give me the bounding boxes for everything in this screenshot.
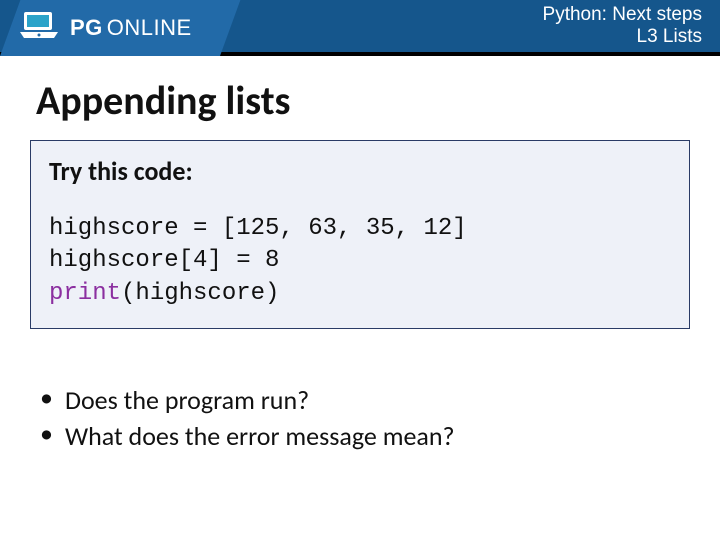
code-panel: Try this code: highscore = [125, 63, 35,… [30,140,690,329]
laptop-icon [18,10,60,45]
code-line-3-rest: (highscore) [121,280,279,307]
slide-root: PG ONLINE Python: Next steps L3 Lists Ap… [0,0,720,540]
code-line-2: highscore[4] = 8 [49,247,279,274]
bullet-text: What does the error message mean? [65,420,455,452]
header-subtitle: Python: Next steps L3 Lists [543,4,702,49]
panel-title: Try this code: [49,155,671,187]
bullet-list: • Does the program run? • What does the … [40,380,455,452]
brand-bold: PG [70,15,103,41]
bullet-text: Does the program run? [65,384,309,416]
bullet-item: • Does the program run? [40,384,455,416]
logo-inner: PG ONLINE [18,10,192,45]
bullet-item: • What does the error message mean? [40,420,455,452]
brand-text: PG ONLINE [70,15,192,41]
code-line-1: highscore = [125, 63, 35, 12] [49,215,467,242]
logo-area: PG ONLINE [0,0,230,56]
bullet-dot-icon: • [40,384,53,410]
course-title: Python: Next steps [543,4,702,26]
lesson-title: L3 Lists [543,26,702,48]
slide-title: Appending lists [36,76,291,125]
brand-light: ONLINE [107,15,192,41]
code-block: highscore = [125, 63, 35, 12] highscore[… [49,213,671,310]
keyword-print: print [49,280,121,307]
header-bar: PG ONLINE Python: Next steps L3 Lists [0,0,720,56]
bullet-dot-icon: • [40,420,53,446]
code-line-3: print(highscore) [49,280,279,307]
